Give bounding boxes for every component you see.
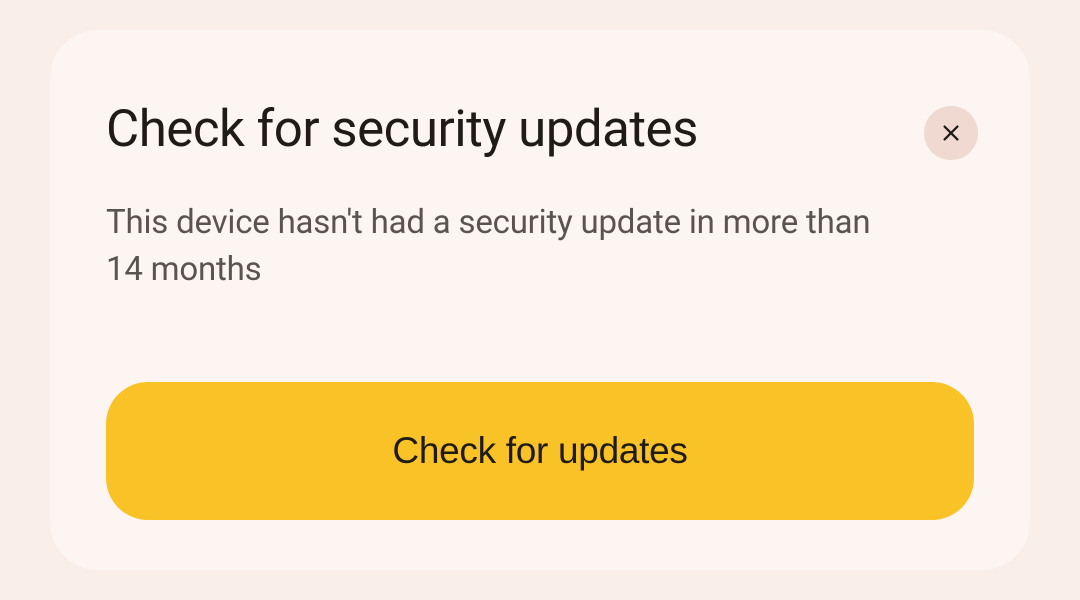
card-message: This device hasn't had a security update… [106, 200, 906, 294]
security-update-card: Check for security updates This device h… [50, 30, 1030, 570]
close-button[interactable] [924, 106, 978, 160]
close-icon [940, 122, 962, 144]
card-header: Check for security updates [106, 102, 974, 160]
check-updates-button[interactable]: Check for updates [106, 382, 974, 520]
card-title: Check for security updates [106, 102, 698, 158]
